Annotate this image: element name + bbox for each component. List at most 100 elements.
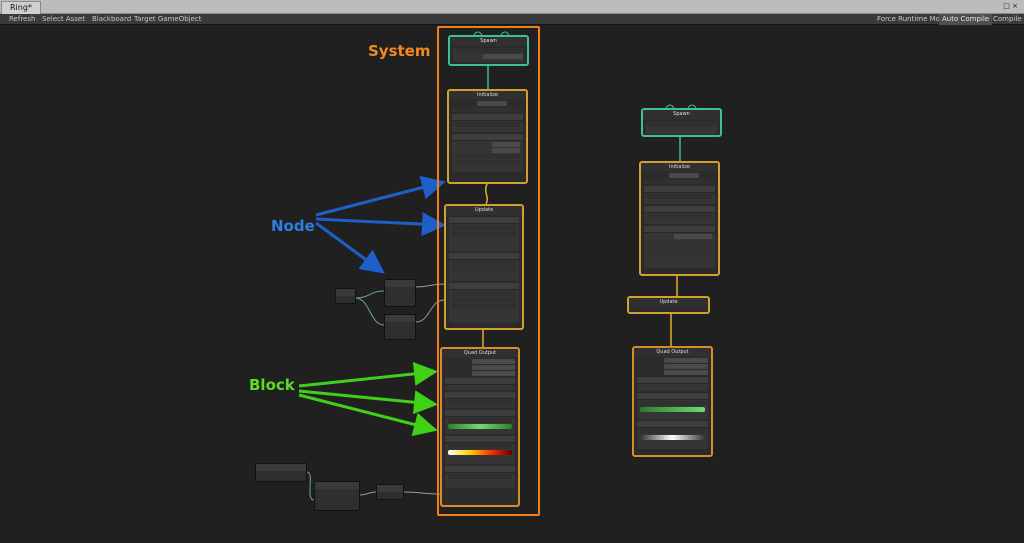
node-field [388, 294, 412, 299]
block-field [452, 303, 516, 308]
block-header [449, 283, 519, 290]
node-header [377, 485, 403, 492]
block-field [452, 297, 516, 302]
blackboard-button[interactable]: Blackboard [89, 14, 134, 25]
quad-output-title: Quad Output [442, 349, 518, 358]
capacity-field [477, 101, 507, 106]
size-over-life-block[interactable] [445, 410, 515, 434]
quad-output-context-right[interactable]: Quad Output [632, 346, 713, 457]
operator-node[interactable] [384, 314, 416, 340]
tab-ring[interactable]: Ring* [1, 1, 41, 14]
capacity-field [669, 173, 699, 178]
block-header [445, 378, 515, 385]
position-block[interactable] [449, 217, 519, 251]
conform-block[interactable] [449, 283, 519, 323]
blend-mode-field [472, 359, 515, 364]
node-field [388, 329, 412, 334]
uv-mode-field [472, 365, 515, 370]
spawn-context[interactable]: Spawn [448, 35, 529, 66]
set-lifetime-block[interactable] [644, 226, 715, 268]
spawn-title: Spawn [450, 37, 527, 46]
bounds-field [644, 179, 715, 184]
quad-output-title: Quad Output [634, 348, 711, 357]
operator-node[interactable] [255, 463, 307, 482]
main-texture-field [664, 370, 708, 375]
main-texture-field [472, 371, 515, 376]
size-over-life-block[interactable] [637, 393, 708, 419]
node-header [385, 280, 415, 287]
quad-output-context[interactable]: Quad Output [440, 347, 520, 507]
block-field [649, 122, 714, 127]
uv-mode-field [664, 364, 708, 369]
block-field [674, 234, 712, 239]
vfx-graph-window: Ring* □ × Refresh Select Asset Blackboar… [0, 0, 1024, 543]
curve-preview [448, 424, 512, 429]
block-header [637, 377, 708, 384]
block-field [640, 429, 705, 434]
node-header [256, 464, 306, 471]
block-field [455, 122, 520, 127]
parameter-node[interactable] [335, 288, 356, 304]
gradient-preview [448, 450, 512, 455]
initialize-context-right[interactable]: Initialize [639, 161, 720, 276]
orient-block[interactable] [637, 377, 708, 391]
update-context[interactable]: Update [444, 204, 524, 330]
initialize-title: Initialize [641, 163, 718, 172]
block-header [637, 421, 708, 428]
block-field [492, 148, 520, 153]
target-gameobject-button[interactable]: Target GameObject [131, 14, 205, 25]
operator-node[interactable] [376, 484, 404, 500]
set-velocity-block[interactable] [644, 206, 715, 224]
curve-preview [640, 407, 705, 412]
color-over-life-block[interactable] [637, 421, 708, 449]
toolbar: Refresh Select Asset Blackboard Target G… [0, 14, 1024, 25]
select-asset-button[interactable]: Select Asset [39, 14, 88, 25]
block-field [448, 474, 512, 479]
block-field [448, 444, 512, 449]
operator-node[interactable] [314, 481, 360, 511]
block-field [452, 231, 516, 236]
block-header [445, 410, 515, 417]
update-context-right[interactable]: Update [627, 296, 710, 314]
constant-spawn-rate-block[interactable] [453, 48, 524, 62]
initialize-title: Initialize [449, 91, 526, 100]
block-field [647, 246, 712, 251]
block-field [640, 401, 705, 406]
size-block[interactable] [445, 392, 515, 408]
color-over-life-block[interactable] [445, 436, 515, 464]
block-field [452, 291, 516, 296]
block-field [492, 142, 520, 147]
block-header [445, 392, 515, 399]
blend-mode-field [664, 358, 708, 363]
spawn-title: Spawn [643, 110, 720, 119]
block-field [647, 252, 712, 257]
set-position-block[interactable] [644, 186, 715, 204]
block-field [647, 214, 712, 219]
node-field [318, 490, 356, 495]
auto-compile-toggle[interactable]: Auto Compile [939, 14, 993, 25]
turbulence-block[interactable] [449, 253, 519, 281]
block-field [483, 54, 523, 59]
window-controls[interactable]: □ × [1003, 1, 1018, 12]
operator-node[interactable] [384, 279, 416, 307]
node-field [388, 323, 412, 328]
block-field [452, 225, 516, 230]
block-header [644, 206, 715, 213]
node-header [315, 482, 359, 489]
block-field [456, 48, 521, 53]
block-field [455, 154, 520, 159]
set-position-block[interactable] [452, 114, 523, 132]
block-field [448, 400, 512, 405]
constant-spawn-rate-block[interactable] [646, 122, 717, 134]
node-header [336, 289, 355, 296]
set-alpha-block[interactable] [445, 466, 515, 488]
refresh-button[interactable]: Refresh [6, 14, 38, 25]
block-header [452, 134, 523, 141]
set-velocity-block[interactable] [452, 134, 523, 172]
initialize-context[interactable]: Initialize [447, 89, 528, 184]
block-field [448, 418, 512, 423]
compile-button[interactable]: Compile [990, 14, 1024, 25]
block-annotation: Block [249, 376, 295, 394]
spawn-context-right[interactable]: Spawn [641, 108, 722, 137]
orient-block[interactable] [445, 378, 515, 390]
